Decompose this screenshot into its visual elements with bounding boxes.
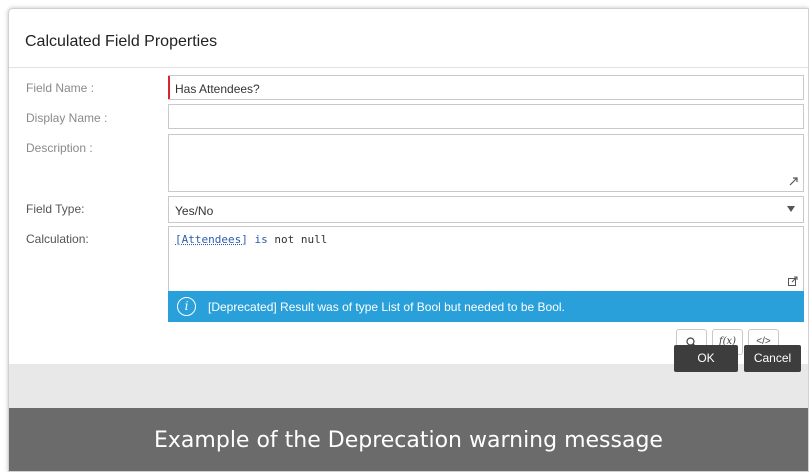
required-marker <box>168 76 170 99</box>
calculation-field-token[interactable]: [Attendees] <box>175 233 248 246</box>
field-type-value: Yes/No <box>175 204 214 218</box>
display-name-input[interactable] <box>168 104 804 129</box>
field-name-value: Has Attendees? <box>175 82 260 96</box>
calculation-label: Calculation: <box>26 232 89 246</box>
title-divider <box>9 67 808 68</box>
expand-icon[interactable] <box>789 177 798 186</box>
display-name-label: Display Name : <box>26 111 108 125</box>
caption-banner: Example of the Deprecation warning messa… <box>9 408 808 471</box>
description-label: Description : <box>26 141 93 155</box>
dialog-title: Calculated Field Properties <box>25 33 218 50</box>
field-type-select[interactable]: Yes/No <box>168 196 804 223</box>
ok-button[interactable]: OK <box>674 345 738 372</box>
deprecation-warning-banner: i [Deprecated] Result was of type List o… <box>168 291 804 322</box>
calculation-operator: is <box>254 233 268 246</box>
info-icon: i <box>177 297 196 316</box>
calculation-rest: not null <box>274 233 328 246</box>
cancel-button[interactable]: Cancel <box>744 345 801 372</box>
open-editor-icon[interactable] <box>788 276 798 286</box>
calculated-field-dialog: Calculated Field Properties Field Name :… <box>8 8 809 472</box>
field-name-label: Field Name : <box>26 81 95 95</box>
calculation-editor[interactable]: [Attendees] is not null <box>168 226 804 292</box>
warning-message: [Deprecated] Result was of type List of … <box>208 300 565 314</box>
field-name-input[interactable]: Has Attendees? <box>168 75 804 100</box>
chevron-down-icon <box>787 206 795 212</box>
field-type-label: Field Type: <box>26 202 85 216</box>
calculation-expression: [Attendees] is not null <box>175 233 327 246</box>
description-textarea[interactable] <box>168 134 804 192</box>
